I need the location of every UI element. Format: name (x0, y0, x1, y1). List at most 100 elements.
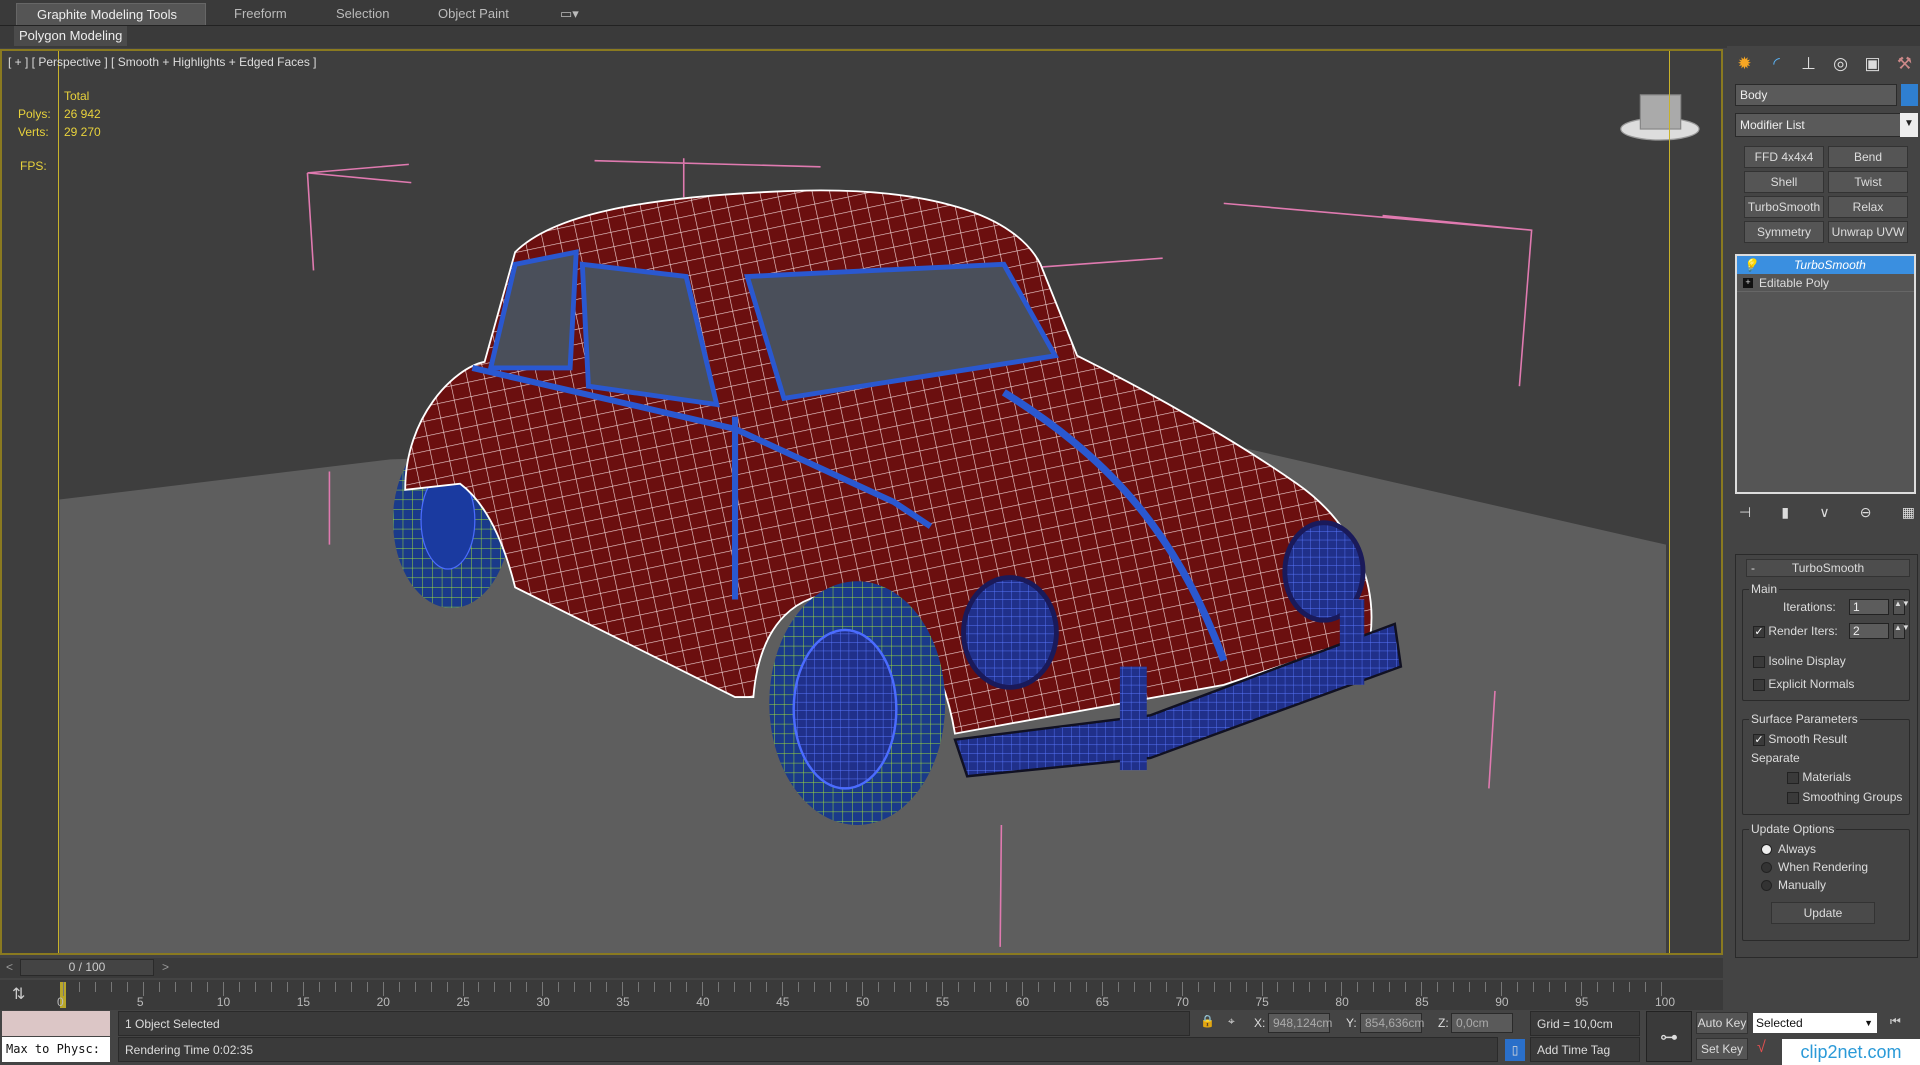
z-coordinate-input[interactable]: 0,0cm (1451, 1013, 1513, 1033)
timeline-tick (606, 982, 608, 992)
modifier-button-unwrap-uvw[interactable]: Unwrap UVW (1828, 221, 1908, 243)
make-unique-icon[interactable]: ∨ (1819, 504, 1829, 526)
show-end-result-icon[interactable]: ▮ (1781, 504, 1789, 526)
key-filter-dropdown[interactable]: Selected ▼ (1753, 1013, 1877, 1033)
iterations-spinner[interactable]: ▲▼ (1893, 599, 1910, 615)
timeline-tick (334, 982, 336, 992)
timeline-tick (830, 982, 832, 992)
smooth-result-checkbox[interactable]: ✓ Smooth Result (1753, 732, 1847, 746)
polygon-modeling-panel[interactable]: Polygon Modeling (14, 26, 128, 46)
timeline-tick (206, 982, 208, 992)
timeline-tick-label: 60 (1015, 995, 1030, 1009)
grid-size: Grid = 10,0cm (1530, 1011, 1640, 1036)
add-time-tag-button[interactable]: Add Time Tag (1530, 1037, 1640, 1062)
time-slider-thumb[interactable]: 0 / 100 (20, 959, 154, 976)
status-bar: Max to Physc: 1 Object Selected Renderin… (0, 1011, 1920, 1065)
materials-checkbox[interactable]: Materials (1787, 770, 1851, 784)
lock-icon[interactable]: 🔒 (1200, 1014, 1215, 1028)
timeline-tick (1293, 982, 1295, 992)
utilities-tab-icon[interactable]: ⚒ (1891, 52, 1918, 76)
pin-stack-icon[interactable]: ⊣ (1739, 504, 1751, 526)
stack-item-editable-poly[interactable]: + Editable Poly (1737, 274, 1914, 292)
maxscript-listener-mini[interactable] (2, 1011, 110, 1036)
stack-item-turbosmooth[interactable]: 💡 TurboSmooth (1737, 256, 1914, 274)
update-button[interactable]: Update (1771, 902, 1875, 924)
time-slider[interactable]: < 0 / 100 > (0, 958, 1723, 978)
time-tag-icon[interactable]: ▯ (1505, 1039, 1525, 1061)
modifier-button-ffd[interactable]: FFD 4x4x4 (1744, 146, 1824, 168)
rollout-header[interactable]: - TurboSmooth (1746, 559, 1910, 577)
perspective-viewport[interactable]: [ + ] [ Perspective ] [ Smooth + Highlig… (0, 49, 1723, 955)
maxscript-input[interactable]: Max to Physc: (2, 1037, 110, 1062)
motion-tab-icon[interactable]: ◎ (1827, 52, 1854, 76)
hierarchy-tab-icon[interactable]: ⊥ (1795, 52, 1822, 76)
modify-tab-icon[interactable]: ◜ (1763, 52, 1790, 76)
configure-sets-icon[interactable]: ▦ (1902, 504, 1915, 526)
object-color-swatch[interactable] (1901, 84, 1918, 106)
timeline-tick (366, 982, 368, 992)
timeline-tick-label: 35 (616, 995, 630, 1009)
lightbulb-icon[interactable]: 💡 (1743, 256, 1758, 274)
tab-freeform[interactable]: Freeform (214, 3, 307, 25)
chevron-down-icon[interactable]: ▼ (1900, 113, 1918, 137)
object-name-input[interactable]: Body (1735, 84, 1897, 106)
display-tab-icon[interactable]: ▣ (1859, 52, 1886, 76)
isoline-display-checkbox[interactable]: Isoline Display (1753, 654, 1846, 668)
y-coordinate-input[interactable]: 854,636cm (1360, 1013, 1424, 1033)
set-key-icon[interactable]: ⊶ (1646, 1011, 1692, 1062)
timeline-tick (1101, 982, 1103, 996)
remove-modifier-icon[interactable]: ⊖ (1860, 504, 1872, 526)
x-coordinate-input[interactable]: 948,124cm (1268, 1013, 1332, 1033)
curve-editor-toggle-icon[interactable]: ⇅ (12, 984, 25, 1004)
next-frame-button[interactable]: > (162, 960, 169, 974)
when-rendering-radio[interactable]: When Rendering (1761, 860, 1868, 874)
timeline-tick (1453, 982, 1455, 992)
timeline-tick (702, 982, 704, 996)
timeline-ruler[interactable]: ⇅ 0 5 10 15 20 25 30 35 40 45 50 55 60 65 70 75 80 85 90 95… (0, 980, 1723, 1010)
timeline-tick (1261, 982, 1263, 996)
timeline-tick (1149, 982, 1151, 992)
iterations-input[interactable]: 1 (1849, 599, 1889, 615)
key-filters-icon[interactable]: √ (1757, 1039, 1766, 1057)
tab-graphite-modeling-tools[interactable]: Graphite Modeling Tools (16, 3, 206, 25)
modifier-button-relax[interactable]: Relax (1828, 196, 1908, 218)
explicit-normals-checkbox[interactable]: Explicit Normals (1753, 677, 1854, 691)
timeline-tick (1645, 982, 1647, 992)
surface-parameters-group: Surface Parameters ✓ Smooth Result Separ… (1742, 712, 1910, 815)
timeline-tick (750, 982, 752, 992)
selection-status: 1 Object Selected (118, 1011, 1190, 1036)
create-tab-icon[interactable]: ✹ (1731, 52, 1758, 76)
timeline-tick (1213, 982, 1215, 992)
render-iters-input[interactable]: 2 (1849, 623, 1889, 639)
timeline-tick-label: 0 (57, 995, 64, 1009)
ribbon-options-dropdown-icon[interactable]: ▭▾ (540, 3, 599, 25)
manually-radio[interactable]: Manually (1761, 878, 1826, 892)
always-radio[interactable]: Always (1761, 842, 1816, 856)
timeline-tick (1581, 982, 1583, 996)
viewport-label[interactable]: [ + ] [ Perspective ] [ Smooth + Highlig… (8, 55, 317, 69)
timeline-tick (1437, 982, 1439, 992)
tab-object-paint[interactable]: Object Paint (418, 3, 529, 25)
set-key-button[interactable]: Set Key (1696, 1038, 1748, 1060)
modifier-list-dropdown[interactable]: Modifier List (1735, 113, 1901, 137)
timeline-tick (174, 982, 176, 992)
smoothing-groups-checkbox[interactable]: Smoothing Groups (1787, 790, 1902, 804)
modifier-button-shell[interactable]: Shell (1744, 171, 1824, 193)
modifier-button-twist[interactable]: Twist (1828, 171, 1908, 193)
auto-key-button[interactable]: Auto Key (1696, 1012, 1748, 1034)
timeline-tick (142, 982, 144, 996)
render-iters-spinner[interactable]: ▲▼ (1893, 623, 1910, 639)
modifier-button-symmetry[interactable]: Symmetry (1744, 221, 1824, 243)
expand-icon[interactable]: + (1743, 277, 1753, 288)
timeline-tick (350, 982, 352, 992)
go-to-start-icon[interactable]: ⏮ (1890, 1014, 1901, 1029)
tab-selection[interactable]: Selection (316, 3, 409, 25)
modifier-button-turbosmooth[interactable]: TurboSmooth (1744, 196, 1824, 218)
timeline-tick (126, 982, 128, 992)
render-iters-checkbox[interactable]: ✓ (1753, 625, 1765, 638)
absolute-mode-icon[interactable]: ⌖ (1228, 1014, 1235, 1029)
modifier-button-bend[interactable]: Bend (1828, 146, 1908, 168)
prev-frame-button[interactable]: < (6, 960, 13, 974)
timeline-tick-label: 30 (536, 995, 550, 1009)
prompt-line: Rendering Time 0:02:35 (118, 1037, 1498, 1062)
